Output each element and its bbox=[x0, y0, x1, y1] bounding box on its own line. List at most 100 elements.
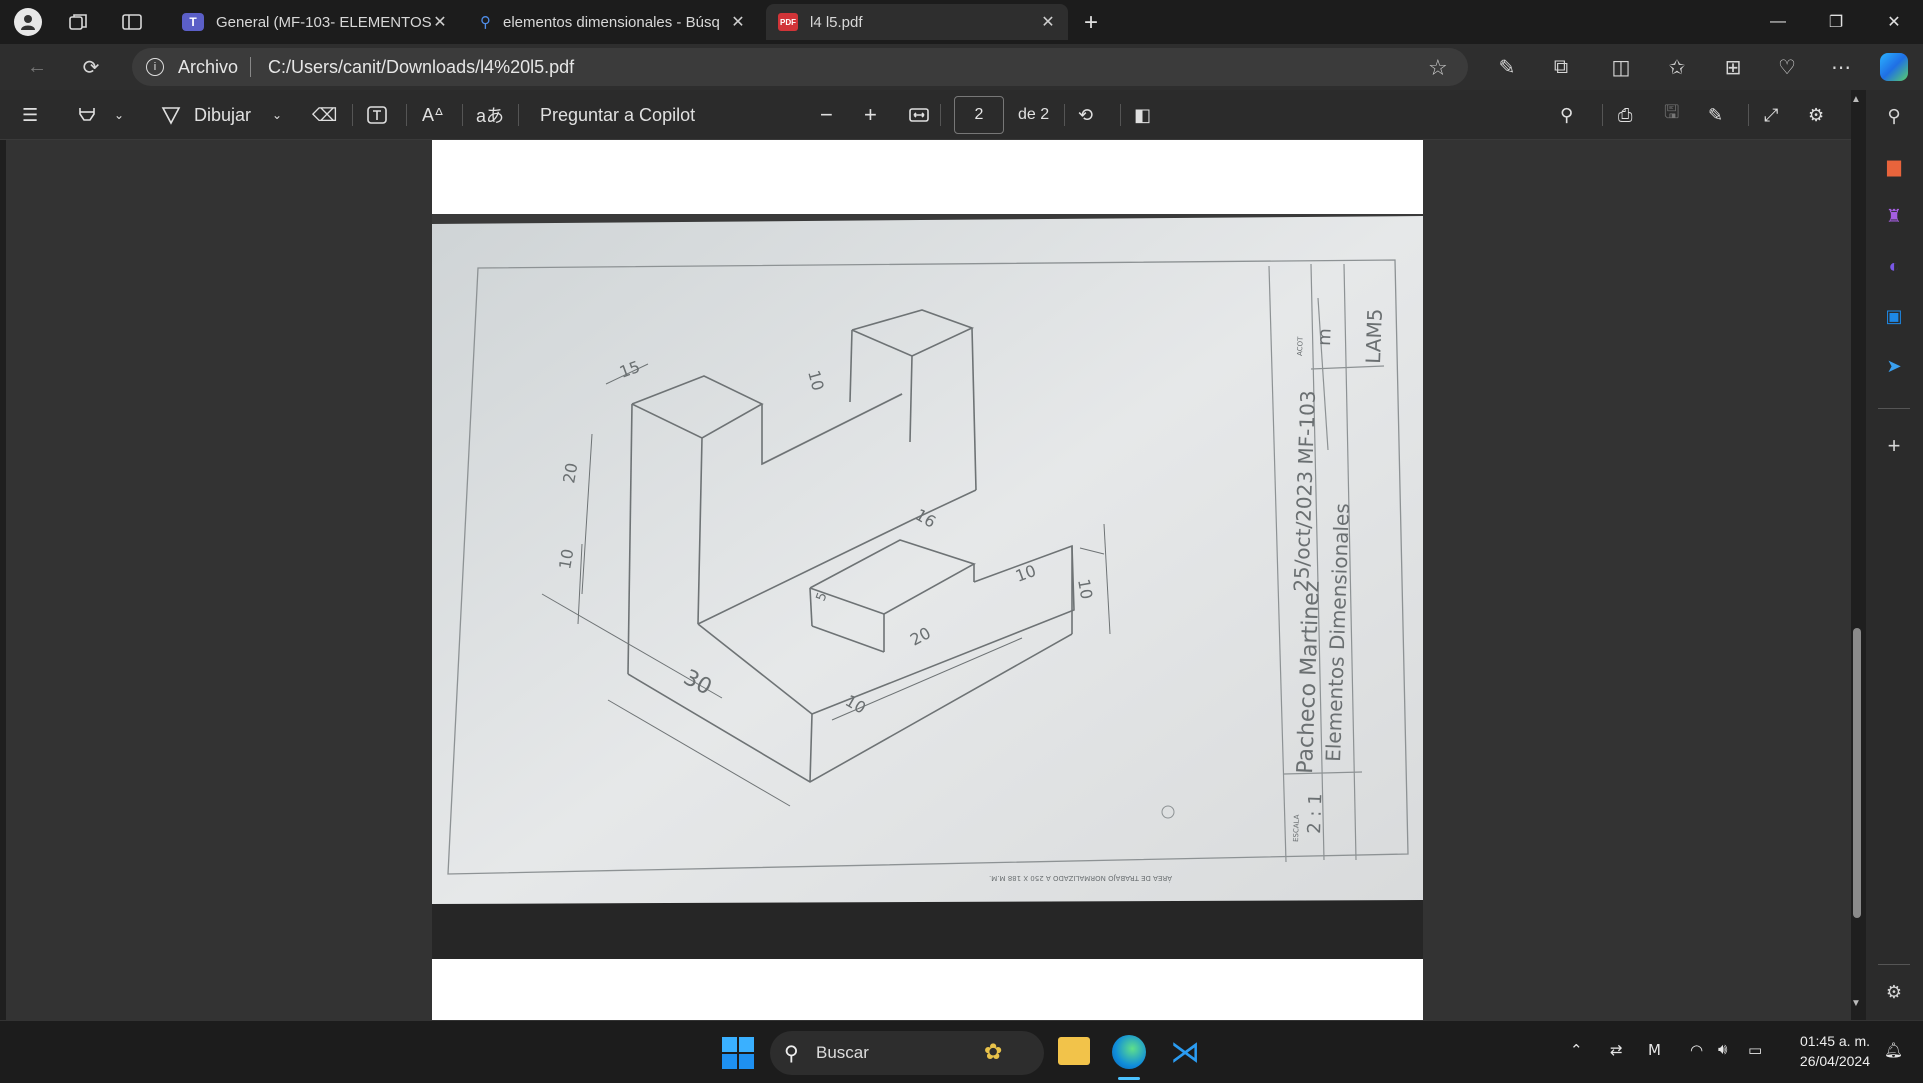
zoom-out-icon[interactable]: − bbox=[820, 100, 833, 130]
search-icon: ⚲ bbox=[480, 14, 491, 31]
more-options-icon[interactable]: ⋯ bbox=[1826, 52, 1856, 82]
tools-icon[interactable]: ▆ bbox=[1880, 152, 1908, 180]
tab-title: l4 l5.pdf bbox=[810, 13, 863, 31]
close-window-button[interactable]: ✕ bbox=[1866, 0, 1922, 44]
site-label[interactable]: Archivo bbox=[178, 57, 238, 78]
active-app-indicator bbox=[1118, 1077, 1140, 1080]
draw-button[interactable]: Dibujar bbox=[160, 100, 251, 130]
outlook-icon[interactable]: ▣ bbox=[1880, 302, 1908, 330]
search-icon[interactable]: ⚲ bbox=[1560, 100, 1573, 130]
url-box[interactable]: i Archivo C:/Users/canit/Downloads/l4%20… bbox=[132, 48, 1468, 86]
divider bbox=[940, 104, 941, 126]
clock-time: 01:45 a. m. bbox=[1799, 1033, 1870, 1049]
search-icon[interactable]: ⚲ bbox=[1880, 102, 1908, 130]
favorites-icon[interactable]: ✩ bbox=[1662, 52, 1692, 82]
close-icon[interactable]: ✕ bbox=[432, 12, 448, 32]
clock[interactable]: 01:45 a. m. 26/04/2024 bbox=[1786, 1031, 1870, 1071]
favorite-star-icon[interactable]: ☆ bbox=[1428, 55, 1448, 81]
scroll-up-icon[interactable]: ▲ bbox=[1851, 94, 1861, 105]
profile-avatar[interactable] bbox=[14, 8, 42, 36]
eraser-icon[interactable]: ⌫ bbox=[312, 100, 337, 130]
dimension-label: 20 bbox=[559, 461, 581, 484]
contents-list-icon[interactable]: ☰ bbox=[22, 100, 38, 130]
app-tray-icon[interactable]: Ⅿ bbox=[1648, 1041, 1661, 1059]
chevron-down-icon[interactable]: ⌄ bbox=[272, 100, 282, 130]
settings-sliders-icon[interactable]: ⇄ bbox=[1610, 1041, 1623, 1059]
translate-icon[interactable]: aあ bbox=[476, 100, 504, 130]
edge-icon[interactable] bbox=[1112, 1035, 1146, 1069]
pdf-toolbar: ☰ ⌄ Dibujar ⌄ ⌫ Aᐞ aあ Preguntar a Copilo… bbox=[0, 90, 1851, 140]
add-icon[interactable]: + bbox=[1880, 432, 1908, 460]
tab-search[interactable]: ⚲ elementos dimensionales - Búsq ✕ bbox=[468, 4, 758, 40]
read-aloud-icon[interactable]: Aᐞ bbox=[422, 100, 444, 130]
new-tab-button[interactable]: + bbox=[1076, 8, 1106, 38]
battery-icon[interactable]: ▭ bbox=[1748, 1041, 1762, 1059]
pdf-icon: PDF bbox=[778, 13, 798, 31]
scrollbar[interactable]: ▲ ▼ bbox=[1850, 94, 1864, 1018]
sidebar-divider bbox=[1878, 408, 1910, 409]
save-as-icon[interactable]: ✎ bbox=[1708, 100, 1723, 130]
search-highlight-icon: ✿ bbox=[984, 1039, 1003, 1064]
copilot-icon[interactable] bbox=[1880, 53, 1908, 81]
minimize-button[interactable]: — bbox=[1750, 0, 1806, 44]
start-icon[interactable] bbox=[722, 1037, 754, 1069]
restore-button[interactable]: ❐ bbox=[1808, 0, 1864, 44]
title-bar: T General (MF-103- ELEMENTOS D ✕ ⚲ eleme… bbox=[0, 0, 1923, 44]
split-screen-icon[interactable]: ◫ bbox=[1606, 52, 1636, 82]
print-icon[interactable]: ⎙ bbox=[1618, 100, 1632, 130]
tb-sheet: LAM5 bbox=[1361, 308, 1387, 364]
fit-page-icon[interactable] bbox=[908, 100, 930, 130]
search-icon: ⚲ bbox=[784, 1043, 799, 1065]
text-box-icon[interactable] bbox=[366, 100, 388, 130]
highlight-icon[interactable] bbox=[76, 100, 98, 130]
close-icon[interactable]: ✕ bbox=[730, 12, 746, 32]
save-icon[interactable]: 🖫 bbox=[1664, 100, 1679, 130]
sidebar-divider bbox=[1878, 964, 1910, 965]
browser-essentials-icon[interactable]: ♡ bbox=[1772, 52, 1802, 82]
volume-icon[interactable]: 🔊︎ bbox=[1718, 1041, 1727, 1058]
settings-icon[interactable]: ⚙ bbox=[1808, 100, 1824, 130]
notification-bell-icon[interactable]: 🔔︎ bbox=[1884, 1041, 1903, 1059]
back-icon[interactable]: ← bbox=[22, 52, 52, 82]
tab-title: General (MF-103- ELEMENTOS D bbox=[216, 13, 432, 31]
draw-icon bbox=[161, 107, 181, 125]
teams-icon: T bbox=[182, 13, 204, 31]
file-explorer-icon[interactable] bbox=[1058, 1037, 1090, 1065]
close-icon[interactable]: ✕ bbox=[1040, 12, 1056, 32]
tab-pdf[interactable]: PDF l4 l5.pdf ✕ bbox=[766, 4, 1068, 40]
extensions-icon[interactable]: ⧉ bbox=[1546, 52, 1576, 82]
tb-escala-l: ESCALA bbox=[1292, 814, 1301, 842]
zoom-in-icon[interactable]: + bbox=[864, 100, 877, 130]
tb-acot-val: m bbox=[1314, 328, 1336, 346]
eyedropper-icon[interactable]: ✎ bbox=[1492, 52, 1522, 82]
refresh-icon[interactable]: ⟳ bbox=[76, 52, 106, 82]
games-icon[interactable]: ♜ bbox=[1880, 202, 1908, 230]
send-icon[interactable]: ➤ bbox=[1880, 352, 1908, 380]
wifi-icon[interactable]: ◠ bbox=[1690, 1041, 1703, 1059]
taskbar-search[interactable]: ⚲ Buscar ✿ bbox=[770, 1031, 1044, 1075]
tab-teams[interactable]: T General (MF-103- ELEMENTOS D ✕ bbox=[170, 4, 460, 40]
tab-actions-icon[interactable] bbox=[120, 10, 144, 34]
pdf-viewer[interactable]: 10 15 20 10 30 10 16 5 20 10 10 Pacheco … bbox=[6, 140, 1851, 1020]
scroll-down-icon[interactable]: ▼ bbox=[1851, 998, 1861, 1009]
workspaces-icon[interactable] bbox=[66, 10, 90, 34]
divider bbox=[1120, 104, 1121, 126]
drawing-photo: 10 15 20 10 30 10 16 5 20 10 10 Pacheco … bbox=[432, 214, 1423, 959]
vscode-icon[interactable]: ⋊ bbox=[1168, 1035, 1202, 1069]
show-hidden-icons-icon[interactable]: ⌃ bbox=[1570, 1041, 1583, 1059]
fullscreen-icon[interactable]: ⤢ bbox=[1764, 100, 1778, 130]
chevron-down-icon[interactable]: ⌄ bbox=[114, 100, 124, 130]
url-text[interactable]: C:/Users/canit/Downloads/l4%20l5.pdf bbox=[268, 57, 574, 78]
tab-title: elementos dimensionales - Búsq bbox=[503, 13, 720, 31]
page-number-input[interactable]: 2 bbox=[954, 96, 1004, 134]
scroll-thumb[interactable] bbox=[1853, 628, 1861, 918]
info-icon[interactable]: i bbox=[146, 58, 164, 76]
rotate-icon[interactable]: ⟲ bbox=[1078, 100, 1093, 130]
page-view-icon[interactable]: ◧ bbox=[1134, 100, 1151, 130]
collections-icon[interactable]: ⊞ bbox=[1718, 52, 1748, 82]
divider bbox=[352, 104, 353, 126]
copilot-sidebar-icon[interactable]: ◐ bbox=[1880, 252, 1908, 280]
edge-sidebar: ⚲ ▆ ♜ ◐ ▣ ➤ + ⚙ bbox=[1866, 90, 1923, 1020]
settings-icon[interactable]: ⚙ bbox=[1880, 978, 1908, 1006]
ask-copilot-button[interactable]: Preguntar a Copilot bbox=[540, 100, 695, 130]
